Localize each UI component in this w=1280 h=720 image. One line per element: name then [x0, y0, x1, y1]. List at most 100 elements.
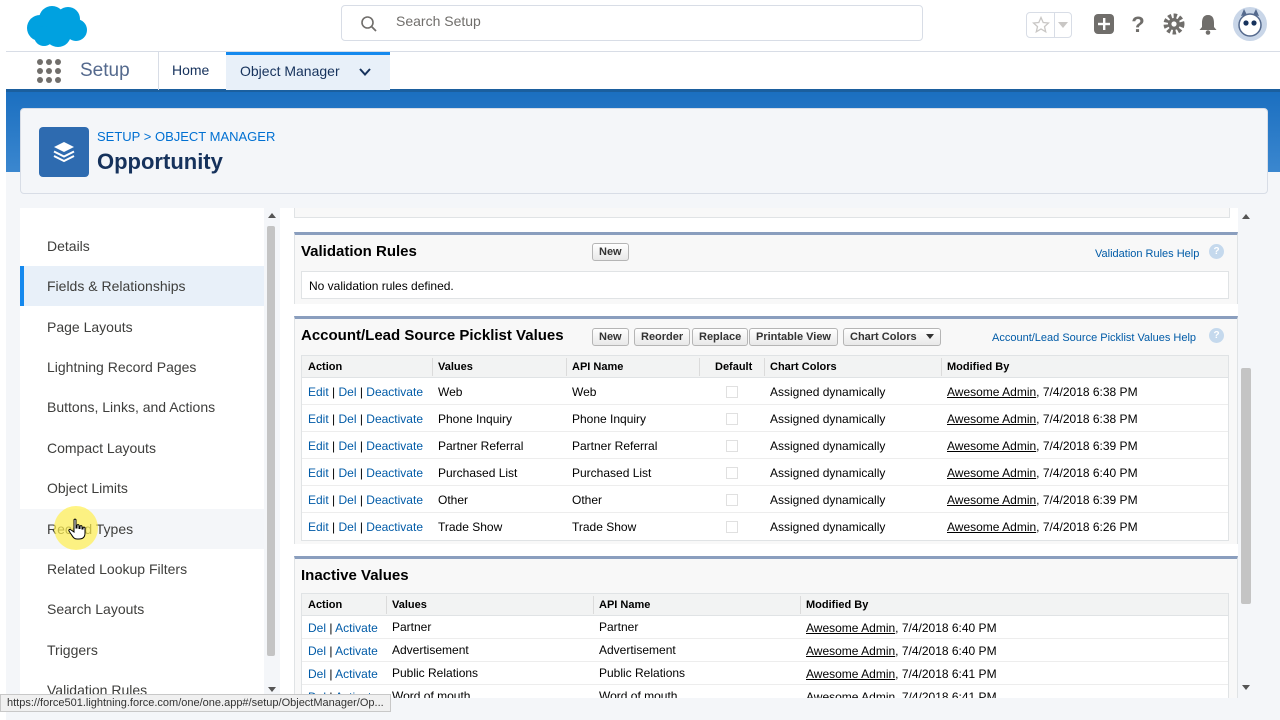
star-icon[interactable]	[1032, 16, 1050, 34]
deactivate-link[interactable]: Deactivate	[366, 493, 423, 507]
tab-object-manager[interactable]: Object Manager	[226, 52, 390, 90]
edit-link[interactable]: Edit	[308, 439, 329, 453]
sidebar-item-triggers[interactable]: Triggers	[20, 630, 264, 670]
scrollbar-thumb[interactable]	[1241, 368, 1251, 604]
api-name-cell: Web	[572, 385, 597, 399]
del-link[interactable]: Del	[308, 644, 326, 658]
global-actions-icon[interactable]	[1090, 10, 1118, 38]
api-name-cell: Trade Show	[572, 520, 637, 534]
search-input[interactable]	[396, 13, 796, 29]
reorder-button[interactable]: Reorder	[634, 328, 691, 346]
scroll-up-icon[interactable]	[268, 213, 276, 218]
modified-by-link[interactable]: Awesome Admin	[806, 690, 895, 698]
sidebar-scrollbar[interactable]	[264, 208, 278, 698]
inactive-values-section: Inactive Values Action Values API Name M…	[294, 556, 1238, 698]
sidebar-item-details[interactable]: Details	[20, 226, 264, 266]
scroll-up-icon[interactable]	[1242, 214, 1250, 219]
edit-link[interactable]: Edit	[308, 412, 329, 426]
help-icon[interactable]: ?	[1209, 328, 1224, 343]
global-header: ?	[6, 0, 1280, 52]
modified-by-link[interactable]: Awesome Admin	[947, 466, 1036, 480]
sidebar-item-fields-relationships[interactable]: Fields & Relationships	[20, 266, 264, 306]
browser-status-url: https://force501.lightning.force.com/one…	[0, 694, 391, 712]
edit-link[interactable]: Edit	[308, 493, 329, 507]
table-row: Del | Activate Word of mouth Word of mou…	[302, 685, 1228, 698]
help-icon[interactable]: ?	[1209, 244, 1224, 259]
activate-link[interactable]: Activate	[335, 644, 378, 658]
modified-by-link[interactable]: Awesome Admin	[947, 520, 1036, 534]
modified-by-link[interactable]: Awesome Admin	[947, 439, 1036, 453]
chart-colors-dropdown[interactable]: Chart Colors	[843, 328, 941, 346]
printable-view-button[interactable]: Printable View	[749, 328, 838, 346]
api-name-cell: Partner	[599, 620, 639, 634]
modified-by-link[interactable]: Awesome Admin	[947, 412, 1036, 426]
edit-link[interactable]: Edit	[308, 385, 329, 399]
del-link[interactable]: Del	[308, 667, 326, 681]
del-link[interactable]: Del	[338, 520, 356, 534]
picklist-values-table: Action Values API Name Default Chart Col…	[301, 355, 1229, 541]
activate-link[interactable]: Activate	[335, 667, 378, 681]
del-link[interactable]: Del	[308, 621, 326, 635]
deactivate-link[interactable]: Deactivate	[366, 439, 423, 453]
value-cell: Advertisement	[392, 643, 469, 657]
help-icon[interactable]: ?	[1124, 10, 1152, 38]
chevron-down-icon[interactable]	[1058, 22, 1068, 29]
scroll-down-icon[interactable]	[268, 687, 276, 692]
salesforce-logo[interactable]	[24, 4, 88, 48]
modified-by-link[interactable]: Awesome Admin	[947, 493, 1036, 507]
breadcrumb-object-manager[interactable]: OBJECT MANAGER	[155, 129, 275, 144]
sidebar-item-page-layouts[interactable]: Page Layouts	[20, 307, 264, 347]
table-header: Action Values API Name Default Chart Col…	[302, 356, 1228, 378]
del-link[interactable]: Del	[338, 493, 356, 507]
modified-by-link[interactable]: Awesome Admin	[806, 667, 895, 681]
modified-date: , 7/4/2018 6:40 PM	[1036, 466, 1138, 480]
edit-link[interactable]: Edit	[308, 520, 329, 534]
replace-button[interactable]: Replace	[692, 328, 749, 346]
new-validation-rule-button[interactable]: New	[592, 243, 629, 261]
app-launcher-icon[interactable]	[36, 58, 62, 84]
search-setup[interactable]	[341, 5, 923, 41]
modified-by-link[interactable]: Awesome Admin	[806, 621, 895, 635]
sidebar-item-related-lookup-filters[interactable]: Related Lookup Filters	[20, 549, 264, 589]
sidebar-item-label: Lightning Record Pages	[47, 359, 197, 375]
edit-link[interactable]: Edit	[308, 466, 329, 480]
api-name-cell: Public Relations	[599, 666, 686, 680]
table-row: Edit | Del | Deactivate Web Web Assigned…	[302, 378, 1228, 405]
tab-home[interactable]: Home	[172, 62, 209, 78]
sidebar-item-lightning-record-pages[interactable]: Lightning Record Pages	[20, 347, 264, 387]
scrollbar-thumb[interactable]	[267, 226, 275, 656]
modified-by-link[interactable]: Awesome Admin	[947, 385, 1036, 399]
tab-object-manager-label: Object Manager	[240, 63, 340, 79]
del-link[interactable]: Del	[338, 385, 356, 399]
picklist-help-link[interactable]: Account/Lead Source Picklist Values Help	[992, 332, 1196, 344]
sidebar-item-compact-layouts[interactable]: Compact Layouts	[20, 428, 264, 468]
deactivate-link[interactable]: Deactivate	[366, 466, 423, 480]
new-value-button[interactable]: New	[592, 328, 629, 346]
bell-icon[interactable]	[1194, 10, 1222, 38]
chevron-down-icon[interactable]	[358, 65, 372, 79]
column-header: Action	[308, 361, 343, 373]
avatar[interactable]	[1232, 6, 1268, 42]
scroll-down-icon[interactable]	[1242, 685, 1250, 690]
table-row: Edit | Del | Deactivate Trade Show Trade…	[308, 520, 1138, 534]
del-link[interactable]: Del	[338, 439, 356, 453]
breadcrumb-setup[interactable]: SETUP	[97, 129, 140, 144]
deactivate-link[interactable]: Deactivate	[366, 385, 423, 399]
del-link[interactable]: Del	[338, 412, 356, 426]
sidebar-item-object-limits[interactable]: Object Limits	[20, 468, 264, 508]
modified-date: , 7/4/2018 6:38 PM	[1036, 385, 1138, 399]
main-scrollbar[interactable]	[1238, 208, 1254, 698]
validation-rules-help-link[interactable]: Validation Rules Help	[1095, 248, 1199, 260]
deactivate-link[interactable]: Deactivate	[366, 520, 423, 534]
chart-color-cell: Assigned dynamically	[770, 439, 886, 453]
del-link[interactable]: Del	[338, 466, 356, 480]
chart-color-cell: Assigned dynamically	[770, 493, 886, 507]
sidebar-item-search-layouts[interactable]: Search Layouts	[20, 589, 264, 629]
modified-by-link[interactable]: Awesome Admin	[806, 644, 895, 658]
gear-icon[interactable]	[1160, 10, 1188, 38]
deactivate-link[interactable]: Deactivate	[366, 412, 423, 426]
activate-link[interactable]: Activate	[335, 621, 378, 635]
default-checkbox	[726, 440, 738, 452]
sidebar-item-buttons-links-actions[interactable]: Buttons, Links, and Actions	[20, 387, 264, 427]
object-icon	[39, 127, 89, 177]
